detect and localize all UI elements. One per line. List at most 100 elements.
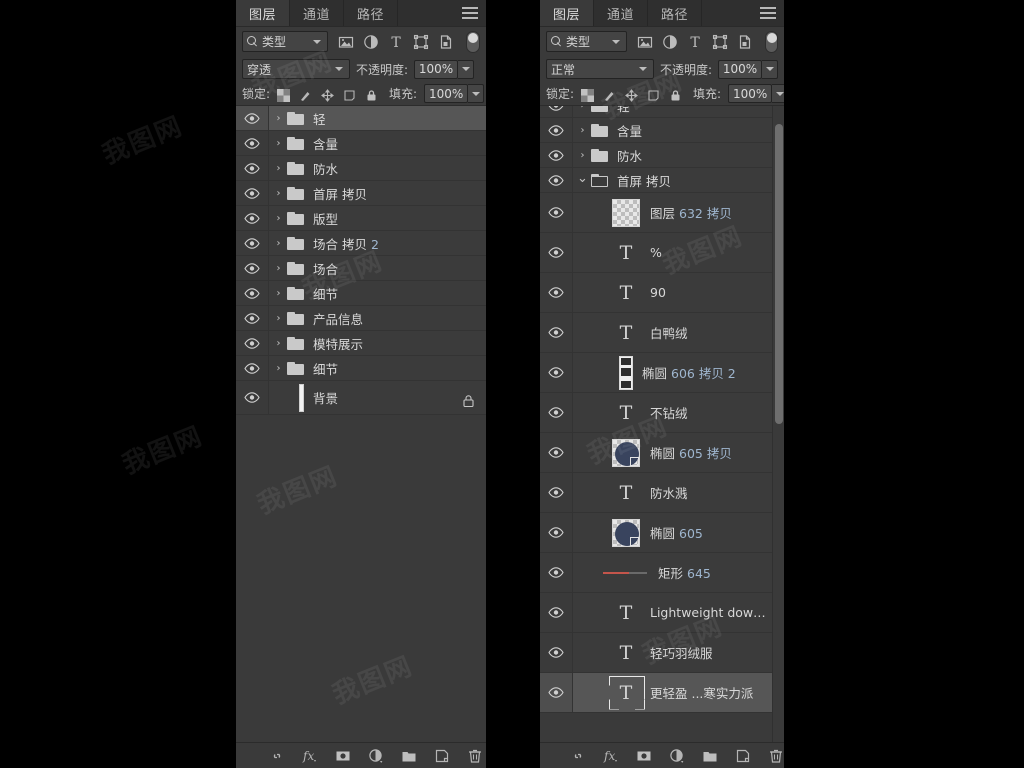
layer-row[interactable]: T 白鸭绒 [540,313,772,353]
fill-stepper[interactable] [468,84,485,103]
chevron-right-icon[interactable]: › [274,163,283,174]
fill-stepper[interactable] [772,84,784,103]
chevron-right-icon[interactable]: › [274,213,283,224]
layer-row[interactable]: › 细节 [236,356,486,381]
layer-list-left[interactable]: › 轻 › 含量 › 防水 › 首屏 拷贝 › 版型 › 场合 拷贝 2 › 场合 › 细节 › 产品信息 › 模特展… [236,106,486,742]
layer-row[interactable]: › 产品信息 [236,306,486,331]
layer-row[interactable]: 矩形 645 [540,553,772,593]
filter-enable-toggle[interactable] [764,30,778,53]
tab-channels[interactable]: 通道 [594,0,649,26]
chevron-right-icon[interactable]: › [274,238,283,249]
new-layer-icon[interactable] [434,748,450,764]
image-filter-icon[interactable] [637,34,653,50]
layer-visibility-toggle[interactable] [236,331,269,355]
layer-visibility-toggle[interactable] [540,433,573,472]
layer-visibility-toggle[interactable] [540,106,573,117]
chevron-right-icon[interactable]: › [274,113,283,124]
tab-channels[interactable]: 通道 [290,0,345,26]
layer-row[interactable]: › 防水 [236,156,486,181]
layer-row[interactable]: › 模特展示 [236,331,486,356]
layer-visibility-toggle[interactable] [540,193,573,232]
chevron-right-icon[interactable]: › [274,313,283,324]
layer-visibility-toggle[interactable] [236,231,269,255]
chevron-down-icon[interactable]: ⌄ [577,171,588,186]
layer-row[interactable]: › 含量 [236,131,486,156]
layer-visibility-toggle[interactable] [540,673,573,712]
layer-row[interactable]: T% [540,233,772,273]
new-layer-icon[interactable] [735,748,751,764]
chevron-right-icon[interactable]: › [274,263,283,274]
adjustment-layer-icon[interactable] [368,748,384,764]
layer-visibility-toggle[interactable] [540,233,573,272]
tab-paths[interactable]: 路径 [344,0,399,26]
lock-artboard-icon[interactable] [647,87,660,101]
layer-visibility-toggle[interactable] [540,273,573,312]
layer-visibility-toggle[interactable] [236,381,269,414]
shape-filter-icon[interactable] [712,34,728,50]
layer-visibility-toggle[interactable] [236,181,269,205]
blend-mode-select[interactable]: 正常 [546,59,654,79]
layer-list-scrollbar[interactable] [772,106,784,742]
layer-visibility-toggle[interactable] [540,513,573,552]
opacity-input[interactable]: 100% [718,59,762,79]
tab-layers[interactable]: 图层 [236,0,291,26]
chevron-right-icon[interactable]: › [274,188,283,199]
layer-row[interactable]: 图层 632 拷贝 [540,193,772,233]
layer-row[interactable]: › 防水 [540,143,772,168]
blend-mode-select[interactable]: 穿透 [242,59,350,79]
layer-row[interactable]: T Lightweight down jacket [540,593,772,633]
smart-object-filter-icon[interactable] [438,34,454,50]
layer-visibility-toggle[interactable] [236,106,269,130]
layer-visibility-toggle[interactable] [236,356,269,380]
layer-visibility-toggle[interactable] [236,256,269,280]
adjustment-filter-icon[interactable] [662,34,678,50]
fill-input[interactable]: 100% [728,84,773,103]
tab-layers[interactable]: 图层 [540,0,595,26]
layer-row[interactable]: T 防水溅 [540,473,772,513]
lock-position-icon[interactable] [625,87,638,102]
layer-row[interactable]: 椭圆 606 拷贝 2 [540,353,772,393]
layer-list-right[interactable]: ›轻›含量›防水⌄首屏 拷贝图层 632 拷贝T%T90T白鸭绒椭圆 606 拷… [540,106,784,742]
chevron-right-icon[interactable]: › [274,363,283,374]
scrollbar-thumb[interactable] [775,124,783,424]
layer-row[interactable]: ›轻 [540,106,772,118]
layer-row[interactable]: T 更轻盈 ...寒实力派 [540,673,772,713]
delete-layer-icon[interactable] [768,748,784,764]
new-group-icon[interactable] [702,748,718,764]
filter-type-select[interactable]: 类型 [242,31,328,52]
layer-row[interactable]: › 首屏 拷贝 [236,181,486,206]
lock-image-pixels-icon[interactable] [603,87,616,101]
chevron-right-icon[interactable]: › [274,338,283,349]
add-mask-icon[interactable] [636,748,652,764]
chevron-right-icon[interactable]: › [274,288,283,299]
adjustment-filter-icon[interactable] [363,34,379,50]
lock-transparent-pixels-icon[interactable] [277,87,291,102]
opacity-input[interactable]: 100% [414,59,459,79]
layer-visibility-toggle[interactable] [540,633,573,672]
layer-row[interactable]: ›轻 [236,106,486,131]
layer-row[interactable]: › 含量 [540,118,772,143]
layer-row[interactable]: 椭圆 605 [540,513,772,553]
chevron-right-icon[interactable]: › [578,125,587,136]
layer-row[interactable]: 椭圆 605 拷贝 [540,433,772,473]
layer-visibility-toggle[interactable] [236,281,269,305]
shape-filter-icon[interactable] [413,34,429,50]
link-layers-icon[interactable] [269,748,285,764]
hamburger-menu-icon[interactable] [462,7,478,19]
chevron-right-icon[interactable]: › [578,150,587,161]
layer-visibility-toggle[interactable] [236,156,269,180]
adjustment-layer-icon[interactable] [669,748,685,764]
fill-input[interactable]: 100% [424,84,469,103]
layer-visibility-toggle[interactable] [540,393,573,432]
layer-style-fx-icon[interactable]: fx [603,748,619,764]
layer-visibility-toggle[interactable] [540,118,573,142]
layer-visibility-toggle[interactable] [540,168,573,192]
tab-paths[interactable]: 路径 [648,0,703,26]
layer-style-fx-icon[interactable]: fx [302,748,318,764]
layer-row[interactable]: T 轻巧羽绒服 [540,633,772,673]
layer-visibility-toggle[interactable] [236,206,269,230]
link-layers-icon[interactable] [570,748,586,764]
chevron-right-icon[interactable]: › [274,138,283,149]
lock-position-icon[interactable] [321,87,334,102]
chevron-right-icon[interactable]: › [578,106,587,111]
